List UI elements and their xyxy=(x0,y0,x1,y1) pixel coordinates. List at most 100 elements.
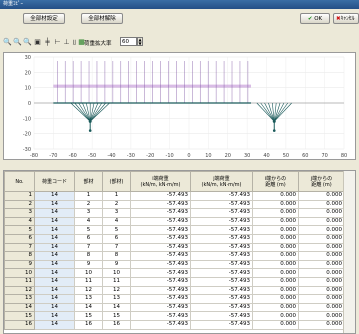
table-cell[interactable]: -57.493 xyxy=(130,233,191,244)
table-row[interactable]: 12 14 12 12 -57.493 -57.493 0.000 0.000 xyxy=(4,285,345,296)
table-cell[interactable]: 0.000 xyxy=(252,302,299,313)
table-cell[interactable]: 0.000 xyxy=(298,302,345,313)
table-cell[interactable]: -57.493 xyxy=(190,319,253,330)
table-cell[interactable]: -57.493 xyxy=(190,216,253,227)
table-cell[interactable]: -57.493 xyxy=(130,294,191,304)
table-cell[interactable]: 14 xyxy=(34,285,75,296)
table-row[interactable]: 6 14 6 6 -57.493 -57.493 0.000 0.000 xyxy=(4,233,345,244)
table-cell[interactable]: 0.000 xyxy=(298,208,345,218)
table-cell[interactable]: 1 xyxy=(74,191,103,201)
table-cell[interactable]: 4 xyxy=(102,216,131,227)
table-cell[interactable]: -57.493 xyxy=(130,242,191,253)
table-cell[interactable]: 3 xyxy=(102,208,131,218)
table-cell[interactable]: -57.493 xyxy=(130,276,191,287)
table-cell[interactable]: -57.493 xyxy=(190,191,253,201)
fit-view-icon[interactable]: ▣ xyxy=(33,37,42,47)
table-row[interactable]: 7 14 7 7 -57.493 -57.493 0.000 0.000 xyxy=(4,242,345,253)
table-cell[interactable]: 14 xyxy=(102,302,131,313)
table-cell[interactable]: -57.493 xyxy=(130,259,191,270)
table-cell[interactable]: 14 xyxy=(34,216,75,227)
table-cell[interactable]: 14 xyxy=(34,311,75,321)
table-cell[interactable]: 6 xyxy=(74,233,103,244)
table-cell[interactable]: 14 xyxy=(34,319,75,330)
table-cell[interactable]: 14 xyxy=(34,302,75,313)
table-cell[interactable]: 14 xyxy=(34,233,75,244)
table-cell[interactable]: 14 xyxy=(34,251,75,261)
zoom-spinner[interactable]: ▲ ▼ xyxy=(137,37,143,46)
table-row[interactable]: 4 14 4 4 -57.493 -57.493 0.000 0.000 xyxy=(4,216,345,227)
table-cell[interactable]: -57.493 xyxy=(130,251,191,261)
table-cell[interactable]: 0.000 xyxy=(252,319,299,330)
table-cell[interactable]: -57.493 xyxy=(130,268,191,278)
table-row[interactable]: 16 14 16 16 -57.493 -57.493 0.000 0.000 xyxy=(4,319,345,330)
table-cell[interactable]: 11 xyxy=(74,276,103,287)
table-cell[interactable]: 14 xyxy=(34,242,75,253)
table-cell[interactable]: 0.000 xyxy=(298,276,345,287)
table-cell[interactable]: -57.493 xyxy=(190,302,253,313)
table-cell[interactable]: 14 xyxy=(34,191,75,201)
set-all-members-button[interactable]: 全部材設定 xyxy=(23,13,65,24)
table-cell[interactable]: -57.493 xyxy=(130,199,191,210)
table-cell[interactable]: 0.000 xyxy=(298,319,345,330)
table-row[interactable]: 10 14 10 10 -57.493 -57.493 0.000 0.000 xyxy=(4,268,345,278)
table-cell[interactable]: 1 xyxy=(102,191,131,201)
table-cell[interactable]: -57.493 xyxy=(130,311,191,321)
zoom-factor-input[interactable]: 60 xyxy=(120,37,137,46)
table-cell[interactable]: 0.000 xyxy=(298,225,345,235)
table-cell[interactable]: 13 xyxy=(74,294,103,304)
table-cell[interactable]: 14 xyxy=(34,259,75,270)
table-cell[interactable]: 10 xyxy=(74,268,103,278)
table-cell[interactable]: -57.493 xyxy=(130,302,191,313)
table-cell[interactable]: 0.000 xyxy=(252,233,299,244)
table-cell[interactable]: 2 xyxy=(74,199,103,210)
table-cell[interactable]: -57.493 xyxy=(190,251,253,261)
table-cell[interactable]: -57.493 xyxy=(130,191,191,201)
table-cell[interactable]: 0.000 xyxy=(252,242,299,253)
dimension-icon[interactable]: ⊢ xyxy=(53,37,62,47)
table-cell[interactable]: 0.000 xyxy=(298,191,345,201)
table-cell[interactable]: 14 xyxy=(34,199,75,210)
table-cell[interactable]: 4 xyxy=(74,216,103,227)
table-cell[interactable]: -57.493 xyxy=(130,285,191,296)
table-cell[interactable]: 14 xyxy=(34,268,75,278)
table-row[interactable]: 2 14 2 2 -57.493 -57.493 0.000 0.000 xyxy=(4,199,345,210)
table-cell[interactable]: 0.000 xyxy=(298,259,345,270)
table-cell[interactable]: -57.493 xyxy=(190,294,253,304)
table-cell[interactable]: -57.493 xyxy=(130,208,191,218)
table-cell[interactable]: 0.000 xyxy=(298,251,345,261)
table-row[interactable]: 9 14 9 9 -57.493 -57.493 0.000 0.000 xyxy=(4,259,345,270)
table-cell[interactable]: 15 xyxy=(102,311,131,321)
table-cell[interactable]: -57.493 xyxy=(190,311,253,321)
table-cell[interactable]: 0.000 xyxy=(252,276,299,287)
table-cell[interactable]: -57.493 xyxy=(190,268,253,278)
table-cell[interactable]: 16 xyxy=(74,319,103,330)
table-cell[interactable]: 0.000 xyxy=(252,285,299,296)
table-cell[interactable]: 14 xyxy=(34,208,75,218)
table-cell[interactable]: 0.000 xyxy=(252,191,299,201)
table-cell[interactable]: -57.493 xyxy=(190,276,253,287)
table-cell[interactable]: -57.493 xyxy=(190,199,253,210)
table-cell[interactable]: 0.000 xyxy=(298,311,345,321)
table-cell[interactable]: 0.000 xyxy=(298,294,345,304)
table-cell[interactable]: -57.493 xyxy=(190,225,253,235)
table-cell[interactable]: 14 xyxy=(34,294,75,304)
table-cell[interactable]: 7 xyxy=(102,242,131,253)
table-cell[interactable]: 0.000 xyxy=(252,294,299,304)
table-row[interactable]: 8 14 8 8 -57.493 -57.493 0.000 0.000 xyxy=(4,251,345,261)
table-cell[interactable]: 12 xyxy=(74,285,103,296)
table-cell[interactable]: -57.493 xyxy=(130,225,191,235)
table-cell[interactable]: 0.000 xyxy=(298,242,345,253)
table-cell[interactable]: 14 xyxy=(34,276,75,287)
table-cell[interactable]: 0.000 xyxy=(298,285,345,296)
zoom-in-icon[interactable]: 🔍 xyxy=(3,37,12,47)
table-cell[interactable]: 0.000 xyxy=(298,233,345,244)
table-row[interactable]: 11 14 11 11 -57.493 -57.493 0.000 0.000 xyxy=(4,276,345,287)
table-cell[interactable]: 10 xyxy=(102,268,131,278)
table-cell[interactable]: 2 xyxy=(102,199,131,210)
table-cell[interactable]: 0.000 xyxy=(252,199,299,210)
table-cell[interactable]: 0.000 xyxy=(298,199,345,210)
zoom-out-icon[interactable]: 🔍 xyxy=(13,37,22,47)
ok-button[interactable]: ✔ OK xyxy=(300,13,330,24)
table-cell[interactable]: 3 xyxy=(74,208,103,218)
zoom-window-icon[interactable]: 🔍 xyxy=(23,37,32,47)
